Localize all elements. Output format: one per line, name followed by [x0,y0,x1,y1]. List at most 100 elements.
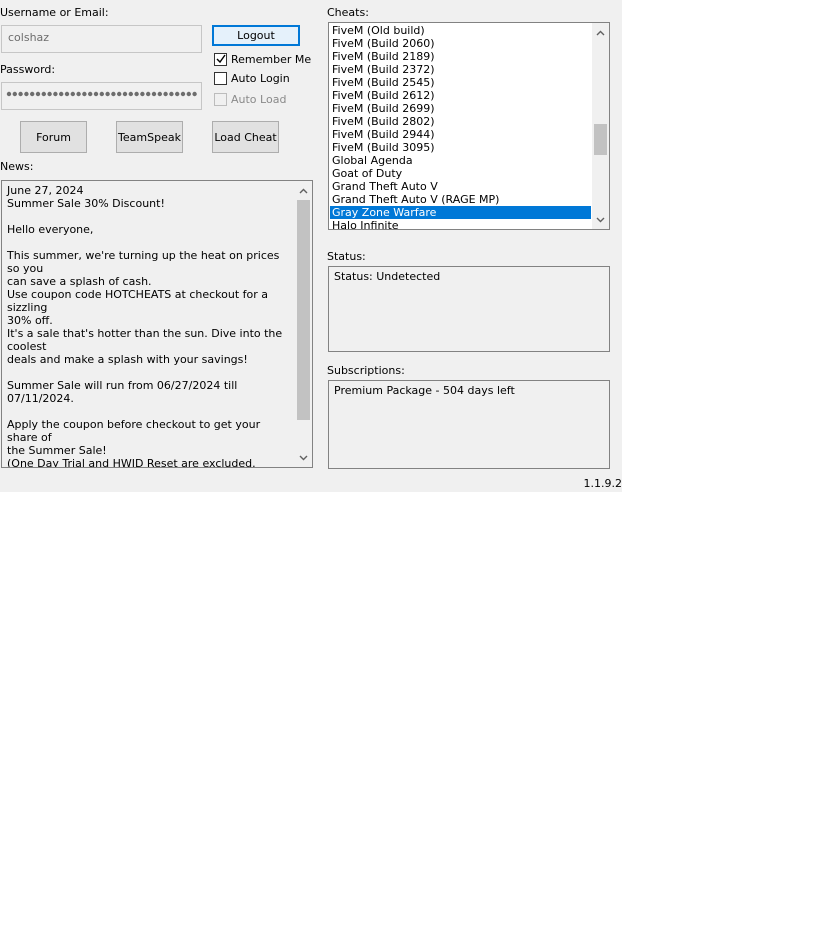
password-dot [35,91,41,97]
cheat-list-item[interactable]: FiveM (Build 2189) [330,50,591,63]
cheat-list-item[interactable]: FiveM (Build 3095) [330,141,591,154]
cheat-list-item[interactable]: Global Agenda [330,154,591,167]
cheat-list-item[interactable]: FiveM (Build 2944) [330,128,591,141]
news-line: It's a sale that's hotter than the sun. … [7,327,283,353]
password-dot [151,91,157,97]
password-input[interactable] [1,82,202,110]
news-line: can save a splash of cash. [7,275,152,288]
scroll-up-arrow-icon[interactable] [295,182,312,199]
status-box: Status: Undetected [328,266,610,352]
news-line: Summer Sale 30% Discount! [7,197,165,210]
username-label: Username or Email: [0,6,109,19]
forum-button[interactable]: Forum [20,121,87,153]
load-cheat-button[interactable]: Load Cheat [212,121,279,153]
news-line: Use coupon code HOTCHEATS at checkout fo… [7,288,269,314]
forum-button-label: Forum [36,130,71,144]
cheat-list-item[interactable]: FiveM (Build 2612) [330,89,591,102]
password-dot [53,91,58,97]
cheat-list-item[interactable]: Halo Infinite [330,219,591,229]
news-line: (One Day Trial and HWID Reset are exclud… [7,457,256,468]
cheat-list-item[interactable]: FiveM (Build 2060) [330,37,591,50]
status-label: Status: [327,250,366,263]
auto-login-checkbox[interactable]: Auto Login [214,72,290,85]
teamspeak-button[interactable]: TeamSpeak [116,121,183,153]
cheats-list[interactable]: FiveM (Old build) FiveM (Build 2060) FiveM… [328,22,610,230]
password-dot [140,91,145,97]
password-dot [105,91,110,97]
password-dot [122,91,128,97]
cheat-list-item[interactable]: Goat of Duty [330,167,591,180]
username-value: colshaz [8,31,50,44]
password-dot [99,91,105,97]
news-line: June 27, 2024 [7,184,84,197]
cheat-list-item[interactable]: Grand Theft Auto V (RAGE MP) [330,193,591,206]
remember-me-checkbox[interactable]: Remember Me [214,53,311,66]
launcher-window: Username or Email: colshaz Password: Log… [0,0,622,492]
cheats-list-items: FiveM (Old build) FiveM (Build 2060) FiveM… [330,24,591,229]
password-dot [93,91,99,97]
news-line [7,210,293,223]
status-text: Status: Undetected [334,270,441,283]
news-scrollbar[interactable] [295,181,312,467]
news-line: deals and make a splash with your saving… [7,353,248,366]
password-dot [30,91,35,97]
news-box[interactable]: June 27, 2024 Summer Sale 30% Discount! He… [1,180,313,468]
scroll-down-arrow-icon[interactable] [592,211,609,228]
checkmark-icon [216,54,226,64]
password-dot [70,91,76,97]
password-dot [59,91,64,97]
password-dot [163,91,168,97]
password-dot [41,91,46,97]
news-content: June 27, 2024 Summer Sale 30% Discount! He… [7,184,293,468]
news-line: Hello everyone, [7,223,94,236]
cheat-list-item[interactable]: Grand Theft Auto V [330,180,591,193]
news-line [7,236,293,249]
news-line [7,405,293,418]
auto-load-box [214,93,227,106]
cheats-scroll-thumb[interactable] [594,124,607,155]
auto-login-box [214,72,227,85]
password-dot [192,91,197,97]
username-input[interactable]: colshaz [1,25,202,53]
cheats-scrollbar[interactable] [592,23,609,229]
auto-load-label: Auto Load [231,93,287,106]
password-dot [157,91,162,97]
logout-button[interactable]: Logout [212,25,300,46]
news-line: Apply the coupon before checkout to get … [7,418,261,444]
cheats-label: Cheats: [327,6,369,19]
news-line [7,366,293,379]
password-dot [18,91,23,97]
cheat-list-item[interactable]: FiveM (Build 2372) [330,63,591,76]
cheat-list-item[interactable]: Gray Zone Warfare [330,206,591,219]
password-dot [64,91,70,97]
subscriptions-label: Subscriptions: [327,364,405,377]
password-dot [82,91,87,97]
password-dot [76,91,81,97]
password-dot [117,91,122,97]
cheat-list-item[interactable]: FiveM (Build 2545) [330,76,591,89]
password-dot [146,91,151,97]
news-line: Summer Sale will run from 06/27/2024 til… [7,379,238,405]
password-dot [175,91,180,97]
cheat-list-item[interactable]: FiveM (Build 2699) [330,102,591,115]
password-dot [12,91,17,97]
subscriptions-box: Premium Package - 504 days left [328,380,610,469]
password-dot [186,91,191,97]
password-dot [24,91,29,97]
news-line: This summer, we're turning up the heat o… [7,249,280,275]
logout-button-label: Logout [237,29,275,42]
scroll-up-arrow-icon[interactable] [592,24,609,41]
cheat-list-item[interactable]: FiveM (Build 2802) [330,115,591,128]
cheat-list-item[interactable]: FiveM (Old build) [330,24,591,37]
scroll-down-arrow-icon[interactable] [295,449,312,466]
password-label: Password: [0,63,56,76]
teamspeak-button-label: TeamSpeak [118,130,181,144]
news-line: the Summer Sale! [7,444,107,457]
auto-load-checkbox: Auto Load [214,93,286,106]
password-dot [169,91,174,97]
password-dot [47,91,52,97]
remember-me-box [214,53,227,66]
version-label: 1.1.9.2 [583,477,622,490]
password-dot [180,91,186,97]
news-scroll-thumb[interactable] [297,200,310,420]
